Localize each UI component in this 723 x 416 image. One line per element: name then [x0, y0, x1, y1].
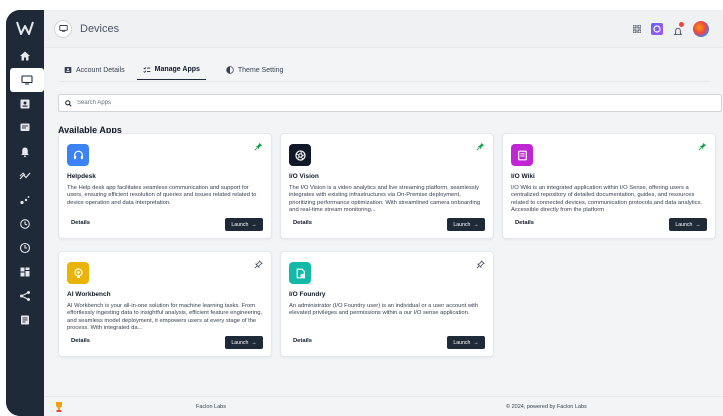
account-card-icon	[64, 67, 72, 73]
details-link[interactable]: Details	[71, 220, 90, 226]
pin-icon[interactable]	[698, 142, 707, 151]
app-name: I/O Wiki	[511, 173, 535, 180]
tab-label: Account Details	[76, 66, 125, 74]
history-icon[interactable]	[6, 212, 44, 236]
launch-label: Launch	[453, 221, 471, 228]
app-description: I/O Wiki is an integrated application wi…	[511, 185, 703, 213]
brand-app-icon[interactable]	[651, 23, 663, 35]
search-bar	[58, 94, 722, 112]
document-icon	[511, 144, 533, 166]
launch-label: Launch	[231, 339, 249, 346]
app-card-io-foundry: I/O Foundry An administrator (I/O Foundr…	[280, 251, 494, 357]
launch-label: Launch	[453, 339, 471, 346]
arrow-right-icon: →	[695, 221, 701, 228]
launch-button[interactable]: Launch →	[447, 336, 485, 349]
page-title: Devices	[80, 22, 120, 35]
tab-label: Manage Apps	[154, 66, 200, 73]
footer-copyright: © 2024, powered by Faclon Labs	[506, 404, 587, 410]
foundry-icon	[289, 262, 311, 284]
footer: Faclon Labs © 2024, powered by Faclon La…	[44, 396, 723, 416]
notification-bell-icon[interactable]	[673, 22, 684, 35]
arrow-right-icon: →	[251, 339, 257, 346]
scatter-icon[interactable]	[6, 188, 44, 212]
footer-company: Faclon Labs	[196, 404, 226, 410]
trophy-icon	[56, 402, 62, 412]
topbar-actions	[632, 20, 709, 38]
app-description: An administrator (I/O Foundry user) is a…	[289, 303, 479, 317]
share-icon[interactable]	[6, 284, 44, 308]
launch-button[interactable]: Launch →	[225, 336, 263, 349]
pin-icon[interactable]	[476, 142, 485, 151]
tabs-divider	[58, 81, 711, 82]
tab-account-details[interactable]: Account Details	[58, 60, 131, 80]
details-link[interactable]: Details	[293, 220, 312, 226]
app-description: The I/O Vision is a video analytics and …	[289, 185, 481, 213]
checklist-icon	[143, 66, 150, 73]
arrow-right-icon: →	[251, 221, 257, 228]
launch-button[interactable]: Launch →	[447, 218, 485, 231]
arrow-right-icon: →	[473, 221, 479, 228]
launch-label: Launch	[231, 221, 249, 228]
user-avatar[interactable]	[693, 21, 709, 37]
launch-label: Launch	[675, 221, 693, 228]
app-card-helpdesk: Helpdesk The Help desk app facilitates s…	[58, 133, 272, 239]
report-icon[interactable]	[6, 308, 44, 332]
monitor-icon	[54, 19, 72, 38]
message-icon[interactable]	[6, 116, 44, 140]
app-name: Helpdesk	[67, 173, 96, 180]
app-name: I/O Foundry	[289, 291, 326, 298]
launch-button[interactable]: Launch →	[225, 218, 263, 231]
theme-contrast-icon	[226, 66, 234, 74]
pin-icon[interactable]	[254, 142, 263, 151]
details-link[interactable]: Details	[71, 338, 90, 344]
tab-theme-setting[interactable]: Theme Setting	[220, 60, 290, 80]
pin-outline-icon[interactable]	[476, 260, 485, 269]
bell-icon[interactable]	[6, 140, 44, 164]
search-input[interactable]	[77, 100, 677, 106]
sidebar	[6, 10, 44, 416]
dashboard-icon[interactable]	[6, 260, 44, 284]
app-card-io-vision: I/O Vision The I/O Vision is a video ana…	[280, 133, 494, 239]
grid-apps-icon[interactable]	[632, 20, 642, 38]
clock-icon[interactable]	[6, 236, 44, 260]
account-card-icon[interactable]	[6, 92, 44, 116]
launch-button[interactable]: Launch →	[669, 218, 707, 231]
devices-icon[interactable]	[10, 68, 44, 92]
lightbulb-icon	[67, 262, 89, 284]
app-card-io-wiki: I/O Wiki I/O Wiki is an integrated appli…	[502, 133, 716, 239]
tab-manage-apps[interactable]: Manage Apps	[136, 60, 206, 80]
topbar: Devices	[44, 10, 723, 48]
settings-tabs: Account Details Manage Apps Theme Settin…	[58, 60, 289, 80]
headset-icon	[67, 144, 89, 166]
details-link[interactable]: Details	[515, 220, 534, 226]
main-content: Devices Account Details Manage Apps Them…	[44, 10, 723, 416]
app-description: The Help desk app facilitates seamless c…	[67, 185, 257, 206]
app-description: AI Workbench is your all-in-one solution…	[67, 303, 263, 331]
trend-icon[interactable]	[6, 164, 44, 188]
tab-label: Theme Setting	[237, 66, 284, 74]
app-logo[interactable]	[12, 16, 38, 40]
notification-dot	[679, 22, 684, 27]
home-icon[interactable]	[6, 44, 44, 68]
details-link[interactable]: Details	[293, 338, 312, 344]
camera-shutter-icon	[289, 144, 311, 166]
pin-outline-icon[interactable]	[254, 260, 263, 269]
app-name: I/O Vision	[289, 173, 319, 180]
app-name: AI Workbench	[67, 291, 111, 298]
search-icon	[65, 99, 72, 107]
app-card-ai-workbench: AI Workbench AI Workbench is your all-in…	[58, 251, 272, 357]
arrow-right-icon: →	[473, 339, 479, 346]
app-frame: Devices Account Details Manage Apps Them…	[6, 10, 723, 416]
